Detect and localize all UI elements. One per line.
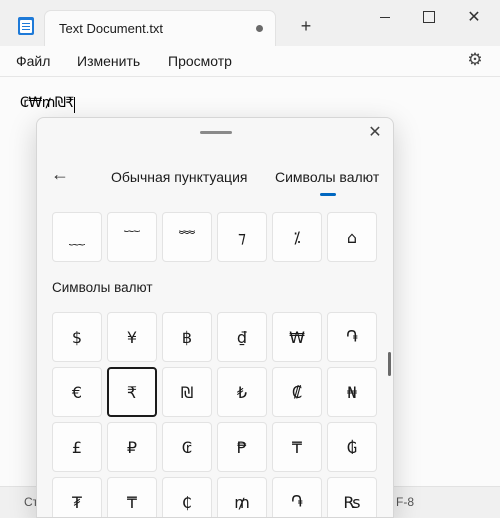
- text-caret: [74, 97, 75, 113]
- symbol-cell[interactable]: ₪: [162, 367, 212, 417]
- symbol-cell[interactable]: ₲: [327, 422, 377, 472]
- currency-row: $ ¥ ฿ ₫ ₩ ֏: [52, 312, 377, 362]
- menu-view[interactable]: Просмотр: [168, 53, 232, 69]
- symbol-panel: ✕ ← Обычная пунктуация Символы валют ﹏ ﹋…: [36, 117, 394, 518]
- scrollbar-thumb[interactable]: [388, 352, 391, 376]
- symbol-cell[interactable]: ﹋: [107, 212, 157, 262]
- symbol-cell[interactable]: ⌂: [327, 212, 377, 262]
- symbol-cell[interactable]: ₥: [217, 477, 267, 517]
- symbol-cell[interactable]: ₽: [107, 422, 157, 472]
- symbol-cell[interactable]: $: [52, 312, 102, 362]
- drag-handle[interactable]: [200, 131, 232, 134]
- close-icon[interactable]: ✕: [367, 123, 383, 143]
- symbol-cell[interactable]: ₢: [162, 422, 212, 472]
- notepad-icon: [18, 17, 34, 35]
- currency-row: € ₹ ₪ ₺ ₡ ₦: [52, 367, 377, 417]
- currency-row: £ ₽ ₢ ₱ ₸ ₲: [52, 422, 377, 472]
- symbol-cell[interactable]: ₺: [217, 367, 267, 417]
- symbol-grid: ﹏ ﹋ ﹌ ⁊ ⁒ ⌂ Символы валют $ ¥ ฿ ₫ ₩ ֏ € …: [37, 212, 393, 517]
- selected-symbol-cell[interactable]: ₹: [107, 367, 157, 417]
- symbol-cell[interactable]: ¥: [107, 312, 157, 362]
- new-tab-button[interactable]: +: [296, 16, 316, 36]
- unsaved-dot-icon[interactable]: [256, 25, 263, 32]
- editor-content: ₢₩₥₪₹: [20, 95, 74, 111]
- menu-edit[interactable]: Изменить: [77, 53, 140, 69]
- status-encoding: F-8: [396, 495, 414, 509]
- symbol-cell[interactable]: ﹌: [162, 212, 212, 262]
- tab-general-punctuation[interactable]: Обычная пунктуация: [111, 169, 247, 185]
- symbol-cell[interactable]: ֏: [272, 477, 322, 517]
- symbol-cell[interactable]: ₮: [52, 477, 102, 517]
- currency-row: ₮ ₸ ₵ ₥ ֏ ₨: [52, 477, 377, 517]
- symbol-cell[interactable]: ₱: [217, 422, 267, 472]
- symbol-cell[interactable]: ₸: [107, 477, 157, 517]
- symbol-cell[interactable]: ₨: [327, 477, 377, 517]
- active-tab-indicator: [320, 193, 336, 196]
- symbol-cell[interactable]: ₫: [217, 312, 267, 362]
- section-title: Символы валют: [52, 280, 153, 295]
- minimize-button[interactable]: [371, 6, 399, 28]
- tab-currency-symbols[interactable]: Символы валют: [275, 169, 379, 185]
- title-bar: Text Document.txt + ✕: [0, 0, 500, 46]
- menu-bar: Файл Изменить Просмотр ⚙: [0, 46, 500, 76]
- back-arrow-icon[interactable]: ←: [51, 164, 71, 184]
- symbol-cell[interactable]: ֏: [327, 312, 377, 362]
- maximize-button[interactable]: [415, 6, 443, 28]
- symbol-cell[interactable]: €: [52, 367, 102, 417]
- symbol-cell[interactable]: ₩: [272, 312, 322, 362]
- tab-title: Text Document.txt: [59, 21, 164, 36]
- symbol-cell[interactable]: ₦: [327, 367, 377, 417]
- close-window-button[interactable]: ✕: [460, 6, 488, 28]
- gear-icon[interactable]: ⚙: [466, 51, 484, 69]
- symbol-cell[interactable]: ﹏: [52, 212, 102, 262]
- symbol-cell[interactable]: ฿: [162, 312, 212, 362]
- menu-file[interactable]: Файл: [16, 53, 50, 69]
- symbol-cell[interactable]: ⁊: [217, 212, 267, 262]
- document-tab[interactable]: Text Document.txt: [44, 10, 276, 46]
- symbol-cell[interactable]: ₸: [272, 422, 322, 472]
- symbol-cell[interactable]: ⁒: [272, 212, 322, 262]
- punctuation-row: ﹏ ﹋ ﹌ ⁊ ⁒ ⌂: [52, 212, 377, 262]
- symbol-cell[interactable]: ₡: [272, 367, 322, 417]
- symbol-cell[interactable]: £: [52, 422, 102, 472]
- symbol-cell[interactable]: ₵: [162, 477, 212, 517]
